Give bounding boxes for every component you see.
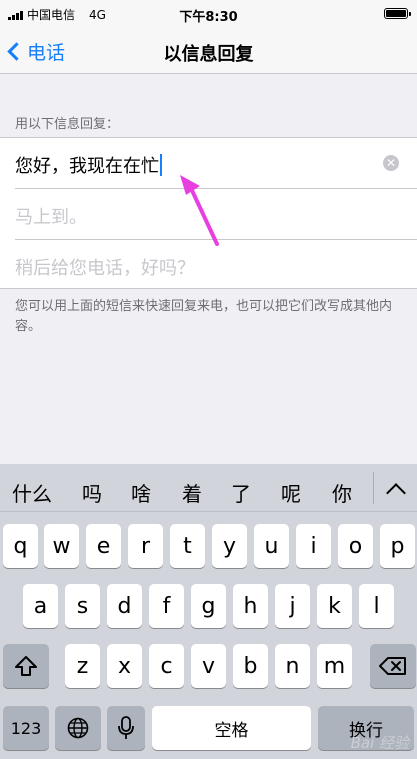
nav-bar: 电话 以信息回复: [0, 28, 417, 74]
reply-row-3[interactable]: 稍后给您电话，好吗？: [15, 240, 417, 291]
page-title: 以信息回复: [163, 44, 254, 65]
candidate-item[interactable]: 了: [220, 478, 262, 507]
chevron-up-icon[interactable]: [386, 483, 406, 503]
candidate-divider: [373, 472, 374, 504]
key-i[interactable]: i: [296, 524, 331, 568]
footer-note: 您可以用上面的短信来快速回复来电，也可以把它们改写成其他内容。: [15, 299, 393, 334]
reply-row-2[interactable]: 马上到。: [15, 189, 417, 240]
microphone-key[interactable]: [107, 706, 145, 750]
section-header: 用以下信息回复：: [15, 117, 120, 132]
globe-key[interactable]: [55, 706, 101, 750]
microphone-icon: [118, 716, 134, 739]
delete-icon: [379, 657, 406, 675]
candidate-bar: 什么 吗 啥 着 了 呢 你: [0, 464, 417, 512]
candidate-item[interactable]: 着: [171, 478, 213, 507]
key-t[interactable]: t: [170, 524, 205, 568]
key-h[interactable]: h: [233, 584, 268, 628]
key-j[interactable]: j: [275, 584, 310, 628]
watermark: Bai 经验: [350, 734, 409, 752]
key-m[interactable]: m: [317, 644, 352, 688]
key-r[interactable]: r: [128, 524, 163, 568]
key-l[interactable]: l: [359, 584, 394, 628]
key-c[interactable]: c: [149, 644, 184, 688]
key-e[interactable]: e: [86, 524, 121, 568]
reply-list: 您好，我现在在忙 ✕ 马上到。 稍后给您电话，好吗？: [0, 137, 417, 289]
key-w[interactable]: w: [44, 524, 79, 568]
reply-text-1: 您好，我现在在忙: [15, 156, 159, 177]
key-u[interactable]: u: [254, 524, 289, 568]
shift-key[interactable]: [3, 644, 49, 688]
key-g[interactable]: g: [191, 584, 226, 628]
text-cursor: [160, 154, 162, 176]
key-k[interactable]: k: [317, 584, 352, 628]
status-time: 下午8:30: [179, 10, 238, 25]
numbers-key[interactable]: 123: [3, 706, 49, 750]
reply-row-1[interactable]: 您好，我现在在忙 ✕: [15, 138, 417, 189]
key-a[interactable]: a: [23, 584, 58, 628]
key-o[interactable]: o: [338, 524, 373, 568]
key-y[interactable]: y: [212, 524, 247, 568]
reply-field-1[interactable]: 您好，我现在在忙: [15, 152, 162, 178]
candidate-item[interactable]: 呢: [270, 478, 312, 507]
key-f[interactable]: f: [149, 584, 184, 628]
reply-field-2[interactable]: 马上到。: [15, 203, 87, 229]
key-x[interactable]: x: [107, 644, 142, 688]
shift-icon: [15, 656, 37, 676]
key-s[interactable]: s: [65, 584, 100, 628]
keyboard: 什么 吗 啥 着 了 呢 你 q w e r t y u i o p a s d…: [0, 464, 417, 759]
candidate-item[interactable]: 吗: [71, 478, 113, 507]
key-q[interactable]: q: [3, 524, 38, 568]
candidate-item[interactable]: 你: [321, 478, 363, 507]
status-bar: 中国电信 4G 下午8:30: [0, 0, 417, 28]
battery-icon: [384, 8, 411, 19]
globe-icon: [67, 717, 89, 739]
key-n[interactable]: n: [275, 644, 310, 688]
space-key[interactable]: 空格: [152, 706, 311, 750]
delete-key[interactable]: [370, 644, 416, 688]
candidate-item[interactable]: 什么: [10, 478, 54, 507]
reply-field-3[interactable]: 稍后给您电话，好吗？: [15, 254, 195, 280]
key-d[interactable]: d: [107, 584, 142, 628]
clear-icon[interactable]: ✕: [383, 155, 399, 171]
key-b[interactable]: b: [233, 644, 268, 688]
key-p[interactable]: p: [380, 524, 415, 568]
key-v[interactable]: v: [191, 644, 226, 688]
candidate-item[interactable]: 啥: [120, 478, 162, 507]
key-z[interactable]: z: [65, 644, 100, 688]
